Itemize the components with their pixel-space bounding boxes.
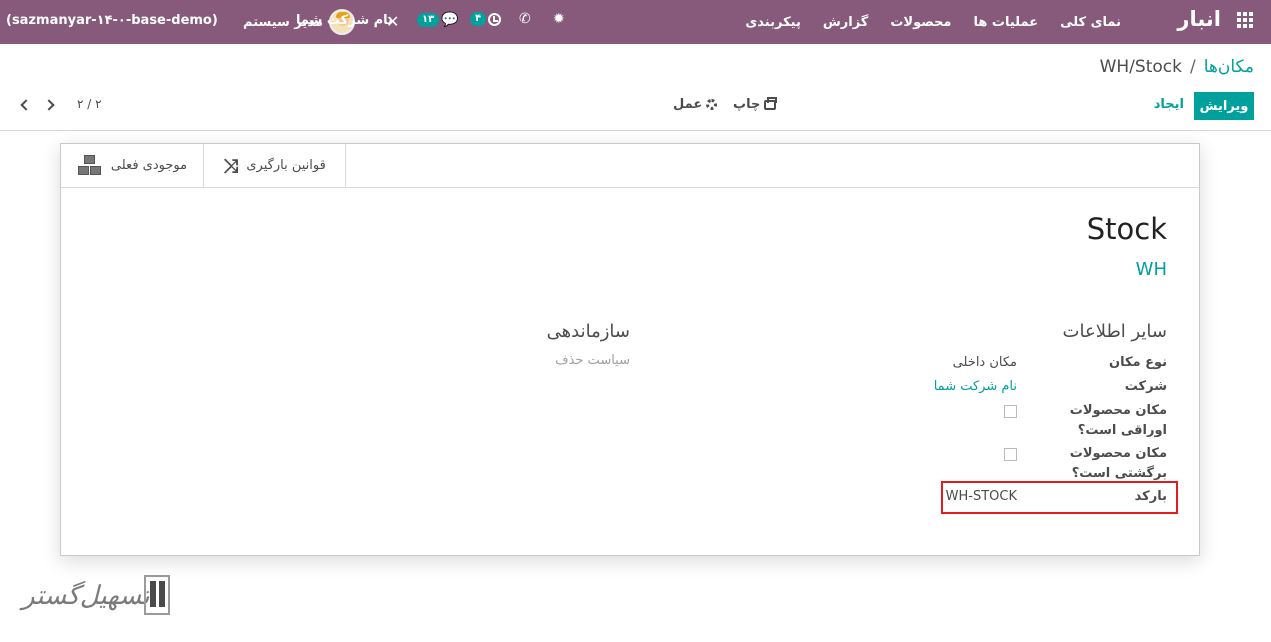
messages-badge: ۱۳ [417, 13, 440, 27]
current-stock-button[interactable]: موجودی فعلی [61, 144, 204, 187]
menu-item-configuration[interactable]: پیکربندی [745, 15, 800, 30]
pager-next-button[interactable] [41, 96, 59, 114]
location-type-label: نوع مکان [1108, 355, 1167, 370]
edit-button[interactable]: ویرایش [1194, 92, 1254, 120]
smart-button-box: موجودی فعلی ⤨ قوانین بارگیری [61, 144, 1199, 188]
app-name[interactable]: انبار [1177, 7, 1221, 31]
putaway-rules-label: قوانین بارگیری [246, 158, 326, 173]
top-navbar: انبار نمای کلی عملیات ها محصولات گزارش پ… [0, 0, 1271, 44]
bug-icon[interactable]: ✹ [553, 11, 565, 27]
group-organization-title: سازماندهی [546, 321, 630, 342]
main-menu: نمای کلی عملیات ها محصولات گزارش پیکربند… [745, 0, 1121, 44]
chevron-left-icon [19, 99, 32, 111]
activity-badge: ۴ [470, 12, 487, 26]
current-stock-label: موجودی فعلی [110, 158, 188, 173]
pager-previous-button[interactable] [15, 96, 33, 114]
return-location-label: مکان محصولات برگشتی است؟ [1069, 446, 1167, 481]
scrap-location-checkbox[interactable] [1004, 405, 1017, 418]
chat-icon: 💬 [441, 12, 459, 28]
breadcrumb-locations[interactable]: مکان‌ها [1204, 57, 1254, 77]
clock-icon [488, 12, 502, 26]
company-switcher[interactable]: نام شرکت شما [296, 13, 393, 28]
parent-location-link[interactable]: WH [1136, 259, 1167, 280]
form-sheet: موجودی فعلی ⤨ قوانین بارگیری Stock WH سا… [60, 143, 1200, 556]
watermark-logo: تسهیل‌گستر [22, 573, 172, 619]
messaging-menu[interactable]: ۱۳ 💬 [417, 12, 459, 28]
scrap-location-label: مکان محصولات اوراقی است؟ [1069, 403, 1167, 438]
barcode-highlight-box [941, 481, 1178, 514]
menu-item-overview[interactable]: نمای کلی [1060, 15, 1121, 30]
phone-icon[interactable]: ✆ [519, 11, 531, 27]
watermark-mark-icon [144, 575, 170, 615]
location-name: Stock [1086, 212, 1167, 246]
create-button[interactable]: ایجاد [1154, 97, 1184, 112]
breadcrumb: مکان‌ها / WH/Stock [1100, 57, 1254, 77]
printer-icon [764, 96, 778, 110]
pager-value[interactable]: ۲ / ۲ [77, 97, 102, 111]
menu-item-products[interactable]: محصولات [890, 15, 951, 30]
action-button[interactable]: عمل [673, 97, 718, 112]
action-label: عمل [673, 97, 703, 112]
return-location-checkbox[interactable] [1004, 448, 1017, 461]
company-value-link[interactable]: نام شرکت شما [934, 379, 1017, 394]
removal-strategy-field[interactable]: سیاست حذف [555, 353, 630, 368]
menu-item-operations[interactable]: عملیات ها [973, 15, 1038, 30]
random-icon: ⤨ [223, 154, 239, 177]
activity-menu[interactable]: ۴ [470, 12, 502, 26]
database-name: (sazmanyar-۱۴-۰-base-demo) [6, 13, 218, 28]
breadcrumb-current: WH/Stock [1099, 57, 1182, 77]
group-other-info-title: سایر اطلاعات [1062, 321, 1167, 342]
cubes-icon [77, 154, 103, 177]
gear-icon [706, 99, 718, 110]
breadcrumb-separator: / [1189, 57, 1196, 77]
putaway-rules-button[interactable]: ⤨ قوانین بارگیری [204, 144, 346, 187]
print-button[interactable]: چاپ [733, 96, 778, 112]
chevron-right-icon [42, 99, 55, 111]
print-label: چاپ [733, 97, 761, 112]
location-type-value: مکان داخلی [952, 355, 1017, 370]
company-label: شرکت [1124, 379, 1167, 394]
menu-item-reporting[interactable]: گزارش [823, 15, 869, 30]
watermark-text: تسهیل‌گستر [22, 581, 150, 611]
tools-icon[interactable]: ✕ [386, 12, 399, 31]
apps-menu-icon[interactable] [1237, 12, 1253, 28]
